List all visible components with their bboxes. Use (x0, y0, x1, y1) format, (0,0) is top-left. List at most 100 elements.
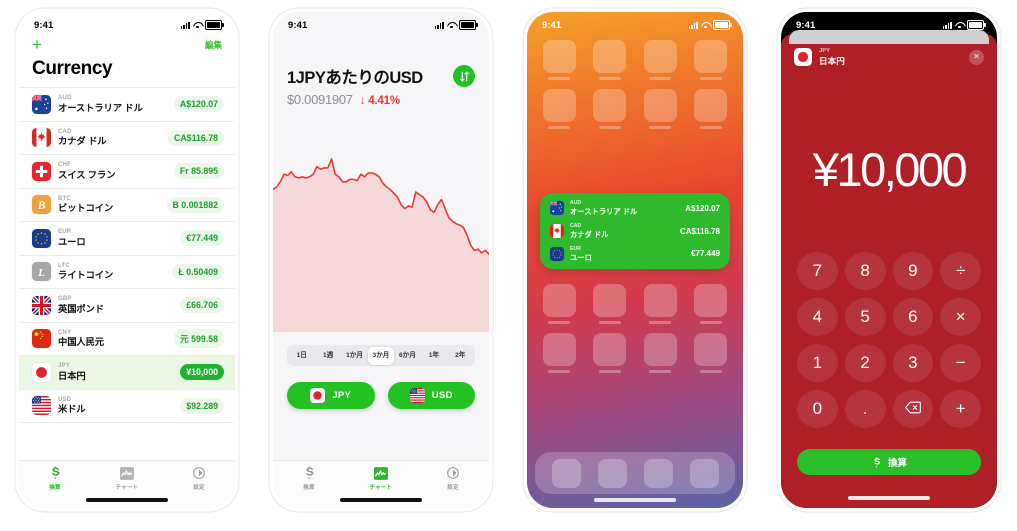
key-+[interactable]: + (940, 390, 981, 428)
app-icon-placeholder[interactable] (692, 89, 731, 130)
app-icon-placeholder[interactable] (591, 333, 630, 374)
currency-row-chf[interactable]: CHF スイス フラン Fr 85.895 (19, 154, 235, 188)
currency-row-cny[interactable]: CNY 中国人民元元 599.58 (19, 321, 235, 356)
key-÷[interactable]: ÷ (940, 252, 981, 290)
range-option-4[interactable]: 6か月 (394, 347, 420, 365)
widget-currency-code: CAD (570, 222, 582, 229)
status-indicators (688, 20, 732, 30)
tab-convert[interactable]: 換算 (273, 466, 345, 491)
tab-chart[interactable]: チャート (345, 466, 417, 491)
dock-app-icon[interactable] (551, 458, 581, 488)
currency-meta: EUR ユーロ (58, 229, 173, 247)
app-label-placeholder (649, 321, 672, 325)
currency-row-ltc[interactable]: L LTC ライトコイン Ł 0.50409 (19, 254, 235, 289)
phone3-screen: 9:41 AUD オーストラリア ドル A$120.07 CAD カナダ ドル CA$11… (527, 12, 743, 508)
currency-row-cad[interactable]: CAD カナダ ドル CA$116.78 (19, 120, 235, 155)
app-icon-placeholder[interactable] (540, 284, 579, 325)
app-icon (593, 40, 627, 73)
key-backspace[interactable] (892, 390, 934, 428)
currency-value: A$120.07 (173, 96, 224, 113)
flag-icon-au (32, 94, 51, 114)
phone-keypad: 9:41 JPY 日本円 ✕ ¥10,000 78 9 ÷ 4 5 6 × 1 … (762, 0, 1016, 531)
dock-app-icon[interactable] (689, 458, 719, 488)
status-time: 9:41 (796, 19, 816, 31)
dock-app-icon[interactable] (597, 458, 627, 488)
app-icon-placeholder[interactable] (641, 40, 680, 81)
app-icon (694, 89, 728, 123)
app-icon-placeholder[interactable] (692, 284, 731, 325)
tab-chart[interactable]: チャート (91, 466, 163, 491)
convert-button[interactable]: 換算 (797, 449, 981, 475)
widget-currency-value: CA$116.78 (679, 226, 720, 236)
sheet-peek (789, 30, 989, 44)
dock (535, 452, 735, 494)
currency-row-eur[interactable]: EUR ユーロ €77.449 (19, 221, 235, 255)
range-option-6[interactable]: 2年 (447, 347, 473, 365)
status-time: 9:41 (34, 19, 54, 31)
currency-row-aud[interactable]: AUD オーストラリア ドル A$120.07 (19, 87, 235, 121)
keypad-header: JPY 日本円 ✕ (794, 48, 984, 66)
range-option-1[interactable]: 1週 (315, 347, 341, 365)
swap-vertical-icon[interactable] (453, 65, 475, 87)
currency-row-usd[interactable]: USD 米ドル $92.289 (19, 388, 235, 423)
key-7[interactable]: 7 (797, 252, 838, 290)
app-icon-placeholder[interactable] (591, 284, 630, 325)
currency-row-jpy[interactable]: JPY 日本円 ¥10,000 (19, 355, 235, 389)
currency-value: Fr 85.895 (173, 163, 224, 180)
currency-button-jpy[interactable]: JPY (287, 382, 375, 409)
currency-row-btc[interactable]: B BTC ビットコイン B 0.001882 (19, 187, 235, 222)
edit-button[interactable]: 編集 (205, 39, 222, 51)
flag-icon-eu (550, 246, 564, 261)
widget-row-eur: EUR ユーロ €77.449 (550, 246, 720, 262)
status-time: 9:41 (542, 19, 562, 31)
tab-convert[interactable]: 換算 (19, 466, 91, 491)
key-×[interactable]: × (940, 298, 981, 336)
app-icon-placeholder[interactable] (692, 40, 731, 81)
app-icon-placeholder[interactable] (591, 40, 630, 81)
app-icon-placeholder[interactable] (641, 284, 680, 325)
tab-settings[interactable]: 設定 (163, 466, 235, 491)
currency-button-usd[interactable]: USD (387, 382, 475, 409)
home-indicator (340, 498, 422, 502)
app-label-placeholder (548, 77, 571, 81)
key-2[interactable]: 2 (844, 344, 886, 382)
app-icon-placeholder[interactable] (641, 333, 680, 374)
widget-row-meta: EUR ユーロ (570, 246, 685, 262)
range-option-3[interactable]: 3か月 (367, 346, 395, 365)
app-icon-placeholder[interactable] (540, 333, 579, 374)
dock-app-icon[interactable] (643, 458, 673, 488)
key-8[interactable]: 8 (844, 252, 886, 290)
status-indicators (434, 20, 478, 30)
range-option-2[interactable]: 1か月 (341, 347, 367, 365)
app-icon-placeholder[interactable] (540, 89, 579, 130)
cellular-signal-icon (942, 21, 952, 29)
key-0[interactable]: 0 (797, 390, 838, 428)
app-icon-placeholder[interactable] (540, 40, 579, 81)
app-icon-placeholder[interactable] (591, 89, 630, 130)
range-option-0[interactable]: 1日 (289, 347, 315, 365)
key-1[interactable]: 1 (797, 344, 838, 382)
key-5[interactable]: 5 (844, 298, 886, 336)
widget-currency-name: ユーロ (570, 252, 592, 262)
key-4[interactable]: 4 (797, 298, 838, 336)
numeric-keypad: 7 8 9 ÷ 4 5 6 × 1 2 3− 0. + (797, 252, 981, 428)
key-−[interactable]: − (940, 344, 981, 382)
range-option-5[interactable]: 1年 (421, 347, 447, 365)
currency-name: ユーロ (58, 236, 86, 247)
currency-code: LTC (58, 262, 70, 269)
app-icon (542, 333, 576, 367)
currency-name: ビットコイン (58, 203, 114, 214)
app-icon-placeholder[interactable] (641, 89, 680, 130)
chart-change: ↓ 4.41% (359, 95, 400, 107)
close-icon[interactable]: ✕ (969, 49, 984, 65)
key-9[interactable]: 9 (892, 252, 934, 290)
add-currency-button[interactable]: + (32, 36, 42, 53)
currency-widget[interactable]: AUD オーストラリア ドル A$120.07 CAD カナダ ドル CA$116.78 E… (540, 193, 730, 269)
key-6[interactable]: 6 (892, 298, 934, 336)
tab-settings[interactable]: 設定 (417, 466, 489, 491)
currency-row-gbp[interactable]: GBP 英国ポンド £66.706 (19, 288, 235, 322)
key-.[interactable]: . (844, 390, 886, 428)
tab-label: 換算 (49, 484, 61, 491)
app-icon-placeholder[interactable] (692, 333, 731, 374)
key-3[interactable]: 3 (892, 344, 934, 382)
